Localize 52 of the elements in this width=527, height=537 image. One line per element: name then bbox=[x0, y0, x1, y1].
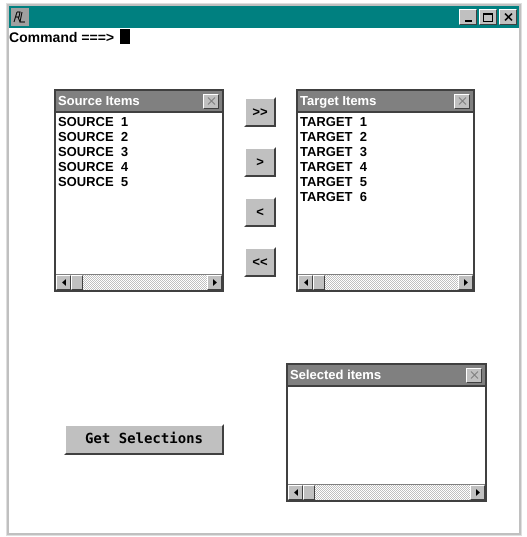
move-button[interactable]: > bbox=[244, 147, 276, 177]
panel-title: Selected items bbox=[290, 366, 382, 384]
scroll-left-button[interactable] bbox=[56, 275, 71, 290]
minimize-icon bbox=[464, 20, 472, 22]
right-arrow-icon bbox=[476, 489, 480, 496]
panel-close-button[interactable] bbox=[203, 94, 219, 108]
minimize-button[interactable] bbox=[459, 9, 477, 25]
scroll-left-button[interactable] bbox=[288, 485, 303, 500]
scroll-right-button[interactable] bbox=[470, 485, 485, 500]
scroll-right-button[interactable] bbox=[207, 275, 222, 290]
text-cursor bbox=[120, 29, 130, 44]
maximize-button[interactable] bbox=[479, 9, 497, 25]
get-selections-button[interactable]: Get Selections bbox=[64, 424, 224, 455]
right-arrow-icon bbox=[464, 279, 468, 286]
left-arrow-icon bbox=[304, 279, 308, 286]
panel-close-button[interactable] bbox=[454, 94, 470, 108]
list-item[interactable]: TARGET 5 bbox=[300, 174, 473, 189]
close-button[interactable] bbox=[499, 9, 517, 25]
list-item[interactable]: TARGET 1 bbox=[300, 114, 473, 129]
app-icon bbox=[11, 8, 29, 26]
horizontal-scrollbar[interactable] bbox=[288, 484, 485, 500]
list-item[interactable]: SOURCE 1 bbox=[58, 114, 222, 129]
move-button[interactable]: >> bbox=[244, 97, 276, 127]
close-icon bbox=[504, 13, 512, 21]
close-icon bbox=[470, 371, 478, 379]
list-item[interactable]: TARGET 3 bbox=[300, 144, 473, 159]
list-item[interactable]: SOURCE 4 bbox=[58, 159, 222, 174]
list-item[interactable]: SOURCE 3 bbox=[58, 144, 222, 159]
maximize-icon bbox=[483, 12, 493, 22]
scroll-left-button[interactable] bbox=[298, 275, 313, 290]
right-arrow-icon bbox=[212, 279, 216, 286]
scroll-right-button[interactable] bbox=[458, 275, 473, 290]
move-button[interactable]: << bbox=[244, 247, 276, 277]
close-icon bbox=[206, 97, 216, 105]
list-item[interactable]: SOURCE 5 bbox=[58, 174, 222, 189]
horizontal-scrollbar[interactable] bbox=[298, 274, 473, 290]
left-arrow-icon bbox=[294, 489, 298, 496]
scroll-thumb[interactable] bbox=[313, 275, 325, 290]
panel-title: Target Items bbox=[300, 92, 376, 110]
panel-close-button[interactable] bbox=[466, 368, 482, 382]
panel-title: Source Items bbox=[58, 92, 140, 110]
list-item[interactable]: TARGET 2 bbox=[300, 129, 473, 144]
list-item[interactable]: SOURCE 2 bbox=[58, 129, 222, 144]
scroll-thumb[interactable] bbox=[303, 485, 315, 500]
command-prompt: Command ===> bbox=[9, 28, 114, 44]
scroll-thumb[interactable] bbox=[71, 275, 83, 290]
list-item[interactable]: TARGET 6 bbox=[300, 189, 473, 204]
move-button[interactable]: < bbox=[244, 197, 276, 227]
list-item[interactable]: TARGET 4 bbox=[300, 159, 473, 174]
horizontal-scrollbar[interactable] bbox=[56, 274, 222, 290]
close-icon bbox=[458, 97, 466, 105]
left-arrow-icon bbox=[62, 279, 66, 286]
